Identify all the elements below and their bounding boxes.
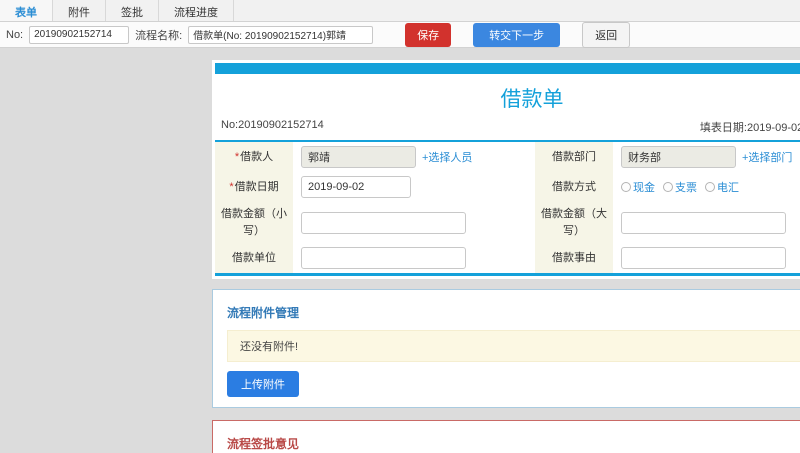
loan-form-card: 借款单 No:20190902152714 填表日期:2019-09-02 15…	[212, 60, 800, 279]
radio-icon	[705, 182, 715, 192]
divider	[215, 273, 800, 276]
amount-lower-label: 借款金额（小写）	[215, 202, 293, 243]
amount-upper-label: 借款金额（大写）	[535, 202, 613, 243]
tab-bar: 表单 附件 签批 流程进度	[0, 0, 800, 22]
form-grid: *借款人 +选择人员 借款部门 +选择部门 *借款日期 借款方式	[215, 142, 800, 273]
payment-method-cell: 现金 支票 电汇	[613, 172, 800, 202]
no-input[interactable]	[29, 25, 130, 44]
page-content: 借款单 No:20190902152714 填表日期:2019-09-02 15…	[0, 60, 800, 453]
loan-date-cell	[293, 172, 535, 202]
amount-lower-cell	[293, 202, 535, 243]
loan-date-input[interactable]	[301, 176, 411, 198]
department-label: 借款部门	[535, 142, 613, 172]
upload-attachment-button[interactable]: 上传附件	[227, 371, 299, 397]
tab-attachments[interactable]: 附件	[53, 0, 106, 21]
loan-reason-label: 借款事由	[535, 243, 613, 273]
radio-cheque[interactable]: 支票	[663, 179, 697, 195]
department-cell: +选择部门	[613, 142, 800, 172]
tab-flow-progress[interactable]: 流程进度	[159, 0, 234, 21]
payment-method-label: 借款方式	[535, 172, 613, 202]
form-date: 填表日期:2019-09-02 15:27:1	[699, 122, 800, 134]
back-button[interactable]: 返回	[582, 21, 631, 48]
attachment-section-title: 流程附件管理	[227, 306, 300, 320]
loan-reason-cell	[613, 243, 800, 273]
no-label: No:	[6, 28, 24, 41]
amount-upper-cell	[613, 202, 800, 243]
select-department-link[interactable]: +选择部门	[742, 149, 792, 165]
required-mark: *	[229, 180, 234, 193]
save-button[interactable]: 保存	[405, 22, 452, 47]
flow-name-label: 流程名称:	[135, 29, 183, 42]
form-header-bar	[215, 63, 800, 74]
action-toolbar: No: 流程名称: 保存 转交下一步 返回	[0, 21, 800, 48]
loan-unit-label: 借款单位	[215, 243, 293, 273]
loan-unit-input[interactable]	[301, 247, 466, 269]
borrower-cell: +选择人员	[293, 142, 535, 172]
form-title: 借款单	[500, 88, 564, 111]
loan-reason-input[interactable]	[621, 247, 786, 269]
radio-icon	[663, 182, 673, 192]
radio-icon	[621, 182, 631, 192]
form-meta-row: No:20190902152714 填表日期:2019-09-02 15:27:…	[215, 117, 800, 140]
borrower-label: *借款人	[215, 142, 293, 172]
loan-unit-cell	[293, 243, 535, 273]
required-mark: *	[234, 150, 240, 163]
department-input[interactable]	[621, 146, 736, 168]
approval-section-title: 流程签批意见	[227, 437, 300, 451]
attachment-card: 流程附件管理 还没有附件! 上传附件	[212, 289, 800, 408]
tab-approval[interactable]: 签批	[106, 0, 159, 21]
approval-card: 流程签批意见 B I abc ✎ ∞ ∞ ⚑ ≡ ≡ ⇤ ⇥ ” 样式	[212, 420, 800, 453]
no-attachment-notice: 还没有附件!	[227, 330, 800, 362]
borrower-input[interactable]	[301, 146, 416, 168]
select-person-link[interactable]: +选择人员	[422, 149, 472, 165]
flow-name-input[interactable]	[188, 25, 374, 44]
forward-next-step-button[interactable]: 转交下一步	[473, 22, 561, 47]
radio-cash[interactable]: 现金	[621, 179, 655, 195]
amount-lower-input[interactable]	[301, 211, 466, 234]
tab-form[interactable]: 表单	[0, 0, 53, 21]
radio-wire[interactable]: 电汇	[705, 179, 739, 195]
form-no: No:20190902152714	[221, 119, 324, 131]
loan-date-label: *借款日期	[215, 172, 293, 202]
amount-upper-input[interactable]	[621, 211, 786, 234]
